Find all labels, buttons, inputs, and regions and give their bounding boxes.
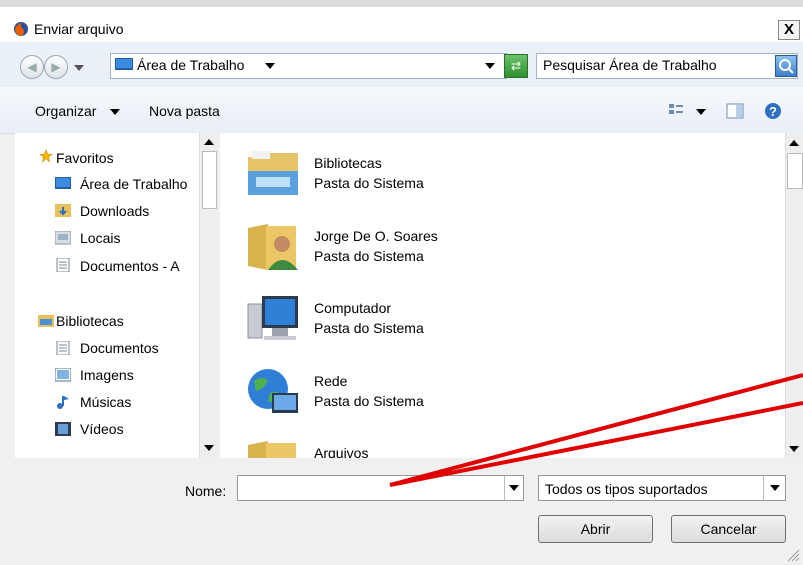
- forward-button[interactable]: ▶: [44, 55, 68, 79]
- sidebar-item-documents-a[interactable]: Documentos - A: [80, 258, 197, 274]
- sidebar-item-videos[interactable]: Vídeos: [80, 421, 124, 437]
- chevron-down-icon: [770, 485, 780, 491]
- recent-pages-chevron-icon[interactable]: [74, 65, 84, 71]
- file-type-dropdown-button[interactable]: [763, 476, 785, 500]
- resize-grip-icon[interactable]: [786, 548, 800, 562]
- scroll-up-icon[interactable]: [789, 140, 799, 146]
- file-name: Arquivos: [314, 445, 369, 458]
- sidebar-item-pictures[interactable]: Imagens: [80, 367, 134, 383]
- documents-icon: [56, 258, 70, 272]
- view-chevron-icon[interactable]: [696, 109, 706, 115]
- preview-pane-icon[interactable]: [726, 103, 744, 119]
- file-type: Pasta do Sistema: [314, 175, 424, 191]
- desktop-icon: [55, 177, 71, 189]
- list-item[interactable]: Computador Pasta do Sistema: [220, 296, 620, 360]
- search-icon: [779, 59, 794, 74]
- command-bar: Organizar Nova pasta ?: [0, 87, 803, 134]
- videos-icon: [55, 422, 71, 436]
- file-list: Bibliotecas Pasta do Sistema Jorge De O.…: [220, 133, 785, 458]
- help-icon[interactable]: ?: [764, 102, 782, 120]
- new-folder-button[interactable]: Nova pasta: [149, 103, 220, 119]
- scroll-down-icon[interactable]: [789, 446, 799, 452]
- scroll-thumb[interactable]: [202, 151, 217, 209]
- file-name: Rede: [314, 373, 348, 389]
- desktop-icon: [115, 58, 133, 70]
- file-name: Computador: [314, 300, 392, 316]
- cancel-button[interactable]: Cancelar: [671, 515, 786, 543]
- refresh-icon: ⇄: [510, 59, 522, 73]
- close-button[interactable]: X: [778, 20, 800, 40]
- file-type: Pasta do Sistema: [314, 320, 424, 336]
- list-item[interactable]: Jorge De O. Soares Pasta do Sistema: [220, 224, 620, 288]
- sidebar-header-favorites[interactable]: Favoritos: [56, 150, 114, 166]
- file-name: Bibliotecas: [314, 155, 382, 171]
- chevron-down-icon: [509, 485, 519, 491]
- forward-arrow-icon: ▶: [51, 60, 61, 74]
- file-name-dropdown-button[interactable]: [504, 476, 523, 500]
- pictures-icon: [55, 368, 71, 382]
- list-item[interactable]: Bibliotecas Pasta do Sistema: [220, 151, 620, 215]
- svg-text:?: ?: [769, 104, 777, 119]
- libraries-icon: [38, 315, 54, 327]
- list-item[interactable]: Rede Pasta do Sistema: [220, 369, 620, 433]
- address-path[interactable]: Área de Trabalho: [137, 57, 244, 73]
- file-list-scrollbar[interactable]: [785, 133, 803, 458]
- sidebar-header-libraries[interactable]: Bibliotecas: [56, 313, 124, 329]
- open-button[interactable]: Abrir: [538, 515, 653, 543]
- back-button[interactable]: ◀: [20, 55, 44, 79]
- sidebar-item-desktop[interactable]: Área de Trabalho: [80, 176, 197, 192]
- scroll-up-icon[interactable]: [204, 139, 214, 145]
- organize-chevron-icon[interactable]: [110, 109, 120, 115]
- file-name-label: Nome:: [185, 483, 227, 499]
- recent-places-icon: [55, 231, 71, 245]
- folder-icon: [248, 441, 296, 458]
- sidebar-item-downloads[interactable]: Downloads: [80, 203, 149, 219]
- navigation-scrollbar[interactable]: [199, 133, 218, 458]
- sidebar-item-documents[interactable]: Documentos: [80, 340, 159, 356]
- back-arrow-icon: ◀: [27, 60, 37, 74]
- search-placeholder: Pesquisar Área de Trabalho: [543, 57, 717, 73]
- refresh-button[interactable]: ⇄: [504, 54, 528, 78]
- music-icon: [57, 396, 69, 409]
- network-icon: [248, 369, 298, 413]
- libraries-folder-icon: [248, 151, 298, 195]
- organize-menu[interactable]: Organizar: [35, 103, 96, 119]
- user-folder-icon: [248, 224, 298, 270]
- computer-icon: [247, 296, 298, 340]
- sidebar-item-music[interactable]: Músicas: [80, 394, 131, 410]
- list-item[interactable]: Arquivos: [220, 441, 620, 458]
- address-history-chevron-icon[interactable]: [485, 63, 495, 69]
- file-name: Jorge De O. Soares: [314, 228, 438, 244]
- firefox-icon: [14, 22, 28, 36]
- search-button[interactable]: [775, 55, 797, 77]
- file-type-value[interactable]: Todos os tipos suportados: [545, 481, 708, 497]
- documents-icon: [56, 341, 70, 355]
- view-options-icon[interactable]: [668, 103, 684, 119]
- star-icon: [39, 149, 53, 163]
- scroll-down-icon[interactable]: [204, 445, 214, 451]
- sidebar-item-recent[interactable]: Locais: [80, 230, 120, 246]
- scroll-thumb[interactable]: [787, 153, 803, 189]
- downloads-icon: [55, 204, 71, 217]
- file-type: Pasta do Sistema: [314, 248, 424, 264]
- file-type: Pasta do Sistema: [314, 393, 424, 409]
- file-name-input[interactable]: [237, 475, 524, 501]
- address-crumb-chevron-icon[interactable]: [265, 63, 275, 69]
- window-title: Enviar arquivo: [34, 21, 124, 37]
